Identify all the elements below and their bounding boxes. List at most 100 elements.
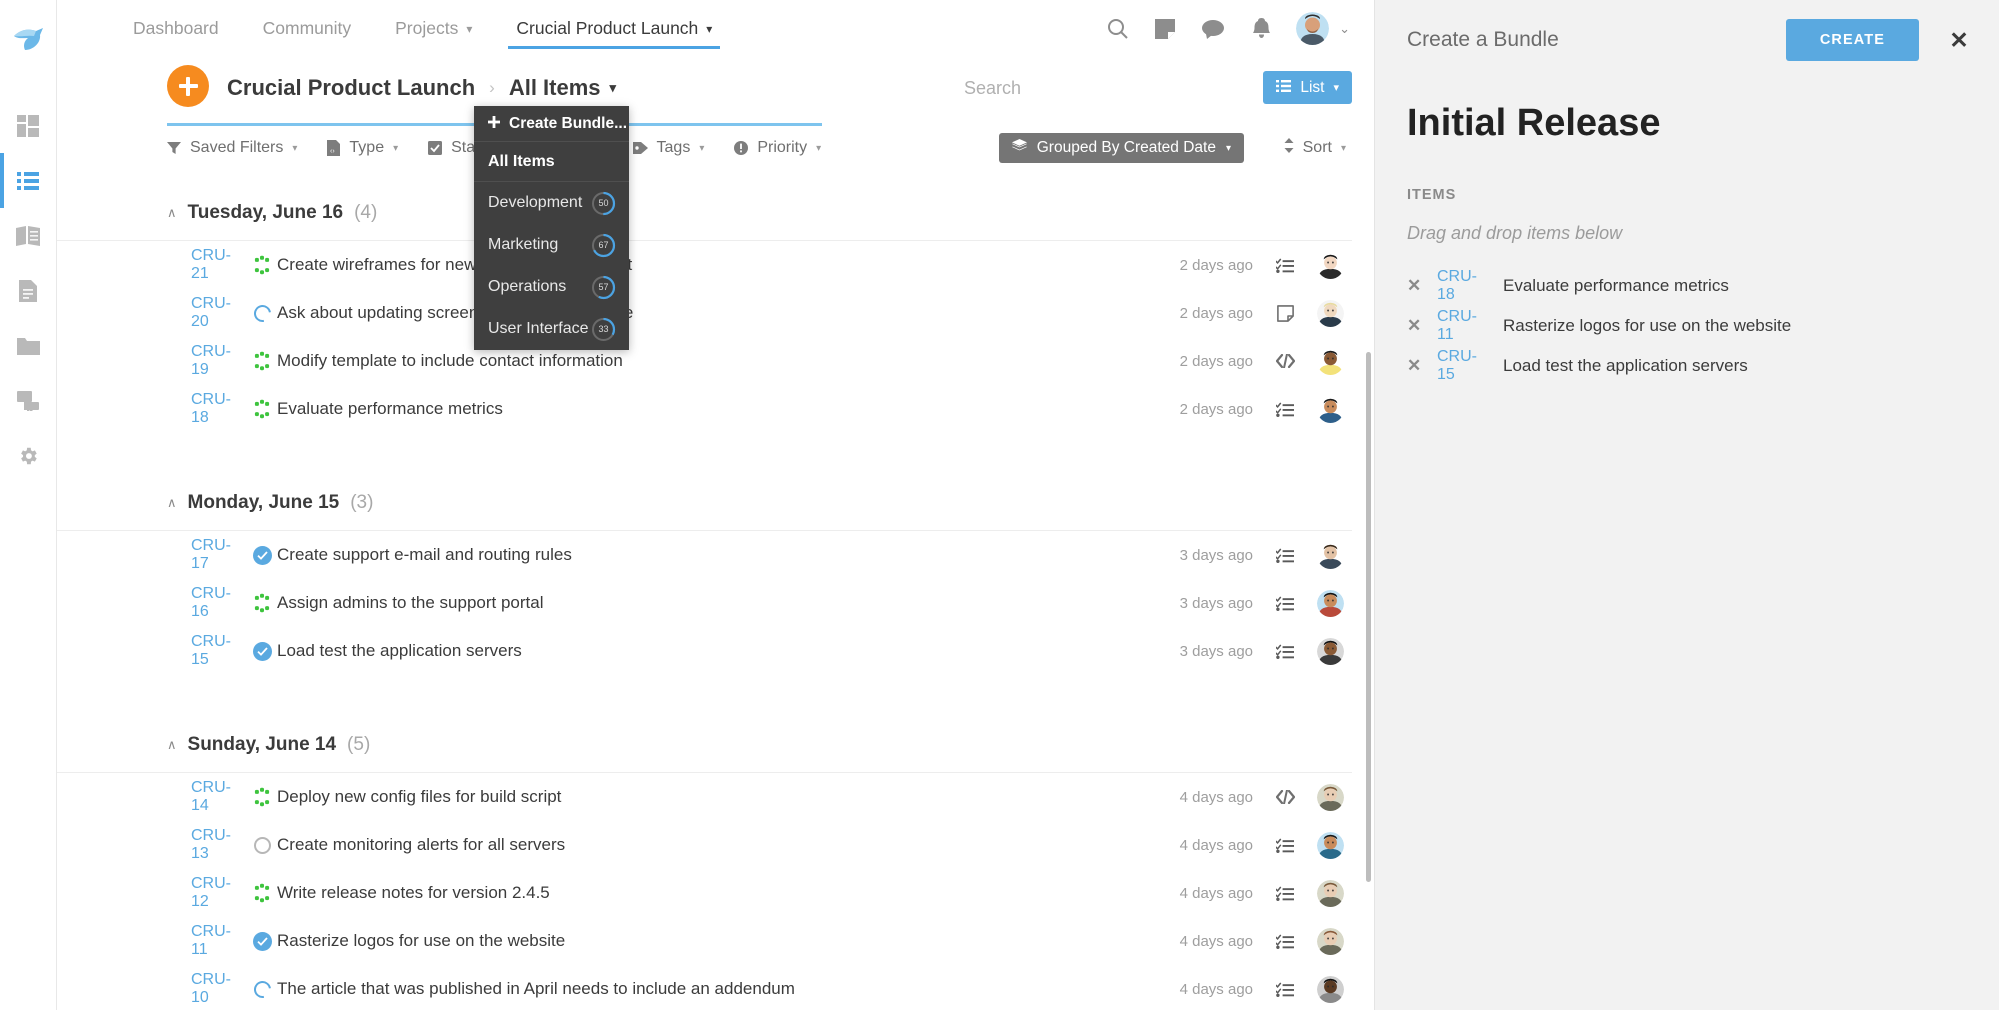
- avatar[interactable]: [1317, 879, 1344, 907]
- table-row[interactable]: CRU-10 The article that was published in …: [57, 965, 1374, 1010]
- item-key[interactable]: CRU-14: [191, 779, 247, 815]
- item-key[interactable]: CRU-11: [191, 923, 247, 959]
- filter-priority[interactable]: Priority ▾: [734, 139, 821, 157]
- list-item[interactable]: ✕ CRU-15 Load test the application servers: [1407, 346, 1967, 386]
- nav-tab-projects[interactable]: Projects ▾: [373, 0, 494, 57]
- view-dropdown-menu[interactable]: Create Bundle... All Items Development 50…: [474, 106, 629, 350]
- group-by-button[interactable]: Grouped By Created Date ▾: [998, 133, 1244, 163]
- menu-item-all-items[interactable]: All Items: [474, 142, 629, 182]
- list-item[interactable]: ✕ CRU-18 Evaluate performance metrics: [1407, 266, 1967, 306]
- view-mode-button[interactable]: List ▾: [1263, 71, 1352, 104]
- group-header[interactable]: ∧ Monday, June 15 (3): [57, 475, 1352, 531]
- item-status[interactable]: [247, 594, 277, 613]
- menu-item-bundle[interactable]: Operations 57: [474, 266, 629, 308]
- item-key[interactable]: CRU-11: [1437, 308, 1489, 344]
- table-row[interactable]: CRU-11 Rasterize logos for use on the web…: [57, 917, 1374, 965]
- list-item[interactable]: ✕ CRU-11 Rasterize logos for use on the we…: [1407, 306, 1967, 346]
- avatar[interactable]: [1296, 12, 1330, 45]
- item-key[interactable]: CRU-16: [191, 585, 247, 621]
- item-status[interactable]: [247, 400, 277, 419]
- item-key[interactable]: CRU-10: [191, 971, 247, 1007]
- avatar[interactable]: [1317, 251, 1344, 279]
- item-status[interactable]: [247, 256, 277, 275]
- item-key[interactable]: CRU-20: [191, 295, 247, 331]
- bird-logo-icon[interactable]: [11, 22, 45, 56]
- table-row[interactable]: CRU-19 Modify template to include contact…: [57, 337, 1374, 385]
- filter-saved-filters[interactable]: Saved Filters ▾: [167, 139, 297, 157]
- search-input[interactable]: [964, 77, 1274, 99]
- item-key[interactable]: CRU-18: [191, 391, 247, 427]
- item-status[interactable]: [247, 788, 277, 807]
- table-row[interactable]: CRU-20 Ask about updating screenshots on …: [57, 289, 1374, 337]
- account-chevron-down-icon[interactable]: ⌄: [1339, 21, 1350, 37]
- sidebar-item-documents[interactable]: [0, 263, 57, 318]
- item-key[interactable]: CRU-17: [191, 537, 247, 573]
- item-key[interactable]: CRU-15: [1437, 348, 1489, 384]
- nav-tab-dashboard[interactable]: Dashboard: [111, 0, 241, 57]
- nav-tab-community[interactable]: Community: [241, 0, 374, 57]
- item-status[interactable]: [247, 301, 277, 325]
- sidebar-item-items[interactable]: [0, 153, 57, 208]
- sidebar-item-settings[interactable]: [0, 428, 57, 483]
- table-row[interactable]: CRU-12 Write release notes for version 2.…: [57, 869, 1374, 917]
- table-row[interactable]: CRU-13 Create monitoring alerts for all s…: [57, 821, 1374, 869]
- table-row[interactable]: CRU-15 Load test the application servers 3…: [57, 627, 1374, 675]
- filter-tags[interactable]: Tags ▾: [632, 139, 704, 157]
- item-key[interactable]: CRU-13: [191, 827, 247, 863]
- avatar[interactable]: [1317, 395, 1344, 423]
- bundle-name[interactable]: Initial Release: [1375, 80, 1999, 145]
- group-header[interactable]: ∧ Tuesday, June 16 (4): [57, 185, 1352, 241]
- item-key[interactable]: CRU-19: [191, 343, 247, 379]
- item-status[interactable]: [247, 641, 277, 661]
- avatar[interactable]: [1317, 927, 1344, 955]
- remove-item-icon[interactable]: ✕: [1407, 316, 1423, 336]
- item-key[interactable]: CRU-12: [191, 875, 247, 911]
- search-icon[interactable]: [1104, 16, 1130, 42]
- item-key[interactable]: CRU-21: [191, 247, 247, 283]
- menu-item-bundle[interactable]: Development 50: [474, 182, 629, 224]
- item-status[interactable]: [247, 931, 277, 951]
- item-key[interactable]: CRU-18: [1437, 268, 1489, 304]
- sidebar-item-wiki[interactable]: [0, 208, 57, 263]
- avatar[interactable]: [1317, 975, 1344, 1003]
- avatar[interactable]: [1317, 831, 1344, 859]
- table-row[interactable]: CRU-14 Deploy new config files for build …: [57, 773, 1374, 821]
- avatar[interactable]: [1317, 299, 1344, 327]
- table-row[interactable]: CRU-18 Evaluate performance metrics 2 days…: [57, 385, 1374, 433]
- avatar[interactable]: [1317, 541, 1344, 569]
- nav-tab-crucial-product-launch[interactable]: Crucial Product Launch ▾: [494, 0, 734, 57]
- sidebar-item-discussions[interactable]: [0, 373, 57, 428]
- scrollbar[interactable]: [1366, 352, 1371, 882]
- avatar[interactable]: [1317, 347, 1344, 375]
- table-row[interactable]: CRU-21 Create wireframes for new Site Des…: [57, 241, 1374, 289]
- chat-icon[interactable]: [1200, 16, 1226, 42]
- sort-button[interactable]: Sort ▾: [1284, 138, 1346, 158]
- item-status[interactable]: [247, 545, 277, 565]
- items-list[interactable]: ∧ Tuesday, June 16 (4) CRU-21 Create wirefra…: [57, 185, 1374, 1010]
- remove-item-icon[interactable]: ✕: [1407, 356, 1423, 376]
- menu-item-bundle[interactable]: User Interface 33: [474, 308, 629, 350]
- add-item-button[interactable]: [167, 65, 209, 107]
- item-status[interactable]: [247, 352, 277, 371]
- table-row[interactable]: CRU-17 Create support e-mail and routing …: [57, 531, 1374, 579]
- item-status[interactable]: [247, 884, 277, 903]
- avatar[interactable]: [1317, 783, 1344, 811]
- remove-item-icon[interactable]: ✕: [1407, 276, 1423, 296]
- breadcrumb-project[interactable]: Crucial Product Launch: [227, 75, 475, 101]
- sidebar-item-dashboard[interactable]: [0, 98, 57, 153]
- filter-type[interactable]: ‹› Type ▾: [327, 139, 398, 157]
- menu-item-bundle[interactable]: Marketing 67: [474, 224, 629, 266]
- item-status[interactable]: [247, 977, 277, 1001]
- group-header[interactable]: ∧ Sunday, June 14 (5): [57, 717, 1352, 773]
- close-icon[interactable]: ✕: [1945, 26, 1973, 54]
- item-key[interactable]: CRU-15: [191, 633, 247, 669]
- note-icon[interactable]: [1152, 16, 1178, 42]
- menu-item-create-bundle[interactable]: Create Bundle...: [474, 106, 629, 142]
- table-row[interactable]: CRU-16 Assign admins to the support porta…: [57, 579, 1374, 627]
- bell-icon[interactable]: [1248, 16, 1274, 42]
- item-status[interactable]: [247, 836, 277, 854]
- avatar[interactable]: [1317, 637, 1344, 665]
- create-button[interactable]: CREATE: [1785, 19, 1919, 61]
- avatar[interactable]: [1317, 589, 1344, 617]
- sidebar-item-files[interactable]: [0, 318, 57, 373]
